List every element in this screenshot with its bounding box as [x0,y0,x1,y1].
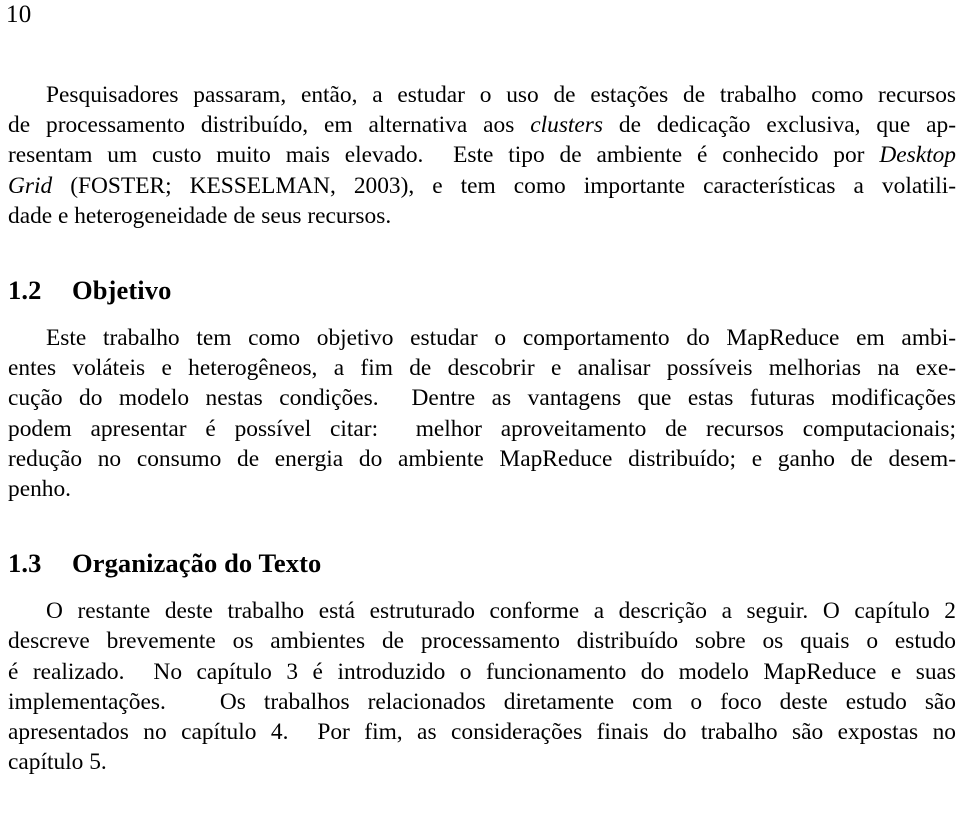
text-run: resentam um custo muito mais elevado. Es… [8,142,880,169]
text-run: de processamento distribuído, em alterna… [8,112,531,139]
text-run: penho. [8,476,72,503]
heading-1-2: 1.2 Objetivo [8,275,956,305]
text-run: descreve brevemente os ambientes de proc… [8,628,956,655]
text-run: cução do modelo nestas condições. Dentre… [8,385,956,412]
text-run: redução no consumo de energia do ambient… [8,445,956,472]
italic-text: Grid [8,172,53,199]
text-line: entes voláteis e heterogêneos, a fim de … [8,353,956,383]
text-run: Este trabalho tem como objetivo estudar … [46,325,956,352]
text-line: implementações. Os trabalhos relacionado… [8,687,956,717]
text-line: redução no consumo de energia do ambient… [8,444,956,474]
heading-1-3-title: Organização do Texto [72,548,322,579]
text-run: implementações. Os trabalhos relacionado… [8,688,956,715]
text-line: Grid (FOSTER; KESSELMAN, 2003), e tem co… [8,171,956,201]
text-run: apresentados no capítulo 4. Por fim, as … [8,719,956,746]
text-line: descreve brevemente os ambientes de proc… [8,626,956,656]
text-line: dade e heterogeneidade de seus recursos. [8,201,956,231]
paragraph-objetivo: Este trabalho tem como objetivo estudar … [8,323,956,504]
paragraph-organizacao: O restante deste trabalho está estrutura… [8,596,956,777]
text-line: Este trabalho tem como objetivo estudar … [8,323,956,353]
document-page: 10 Pesquisadores passaram, então, a estu… [0,0,960,839]
text-line: é realizado. No capítulo 3 é introduzido… [8,657,956,687]
text-line: O restante deste trabalho está estrutura… [8,596,956,626]
text-column: Pesquisadores passaram, então, a estudar… [8,80,956,777]
text-line: cução do modelo nestas condições. Dentre… [8,383,956,413]
text-line: podem apresentar é possível citar: melho… [8,414,956,444]
heading-1-2-number: 1.2 [8,275,42,306]
text-run: podem apresentar é possível citar: melho… [8,415,956,442]
heading-1-3-number: 1.3 [8,548,42,579]
text-line: Pesquisadores passaram, então, a estudar… [8,80,956,110]
text-run: (FOSTER; KESSELMAN, 2003), e tem como im… [52,172,956,199]
text-line: capítulo 5. [8,747,956,777]
text-run: capítulo 5. [8,749,107,776]
text-run: dade e heterogeneidade de seus recursos. [8,202,392,229]
text-line: penho. [8,474,956,504]
text-line: resentam um custo muito mais elevado. Es… [8,140,956,170]
text-line: apresentados no capítulo 4. Por fim, as … [8,717,956,747]
text-run: entes voláteis e heterogêneos, a fim de … [8,355,956,382]
page-number: 10 [6,1,32,28]
text-run: Pesquisadores passaram, então, a estudar… [46,82,956,108]
text-run: O restante deste trabalho está estrutura… [46,598,956,625]
paragraph-continuation: Pesquisadores passaram, então, a estudar… [8,80,956,231]
italic-text: Desktop [879,142,956,169]
text-line: de processamento distribuído, em alterna… [8,110,956,140]
heading-1-3: 1.3 Organização do Texto [8,548,956,578]
heading-1-2-title: Objetivo [72,275,172,306]
text-run: de dedicação exclusiva, que ap- [603,112,956,139]
italic-text: clusters [530,112,604,139]
text-run: é realizado. No capítulo 3 é introduzido… [8,658,956,685]
